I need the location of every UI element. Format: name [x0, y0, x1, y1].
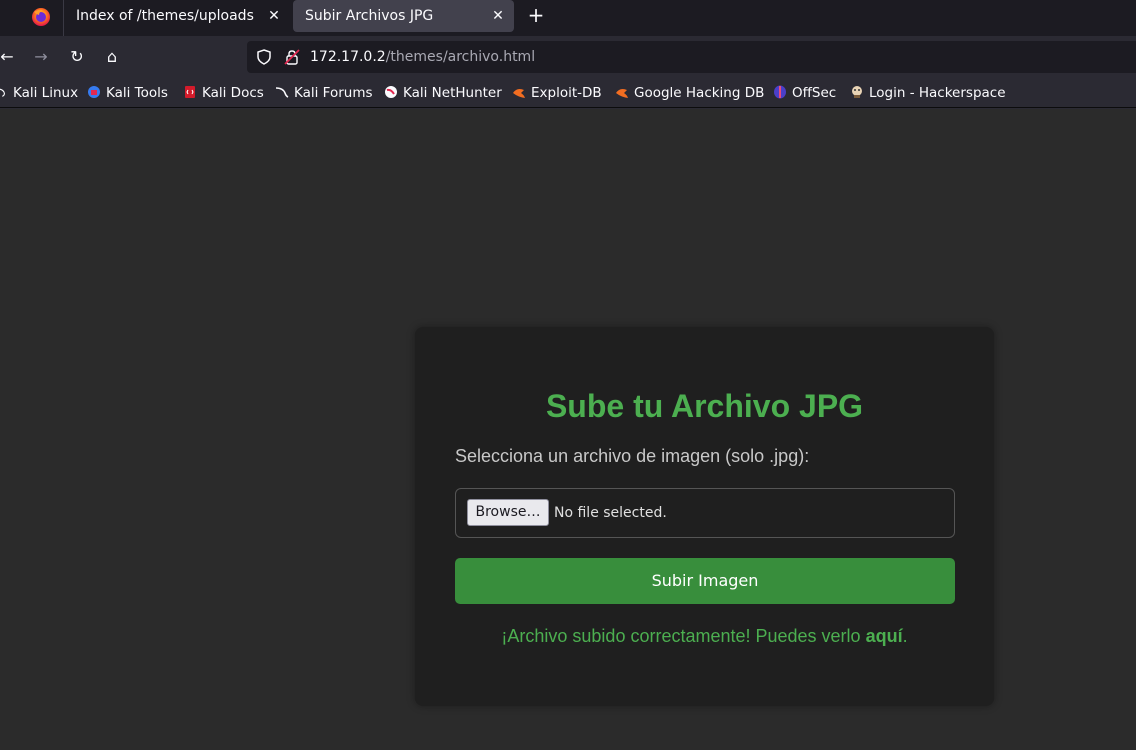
url-host: 172.17.0.2 [310, 49, 386, 65]
bookmark-label: OffSec [792, 85, 837, 101]
bookmark-label: Exploit-DB [531, 85, 602, 101]
bookmark-label: Kali Docs [202, 85, 264, 101]
file-input[interactable]: Browse… No file selected. [455, 488, 955, 538]
close-icon[interactable]: ✕ [266, 8, 282, 24]
upload-card: Sube tu Archivo JPG Selecciona un archiv… [415, 327, 994, 706]
success-suffix: . [902, 626, 908, 646]
url-text: 172.17.0.2/themes/archivo.html [310, 41, 535, 73]
bookmark-kali-forums[interactable]: Kali Forums [275, 78, 373, 108]
firefox-icon[interactable] [30, 6, 52, 28]
kali-dragon-icon [0, 88, 6, 97]
tab-subir-archivos[interactable]: Subir Archivos JPG ✕ [293, 0, 514, 32]
kali-tools-icon [88, 86, 100, 98]
bookmark-label: Kali NetHunter [403, 85, 502, 101]
bookmark-label: Kali Tools [106, 85, 168, 101]
page-viewport: Sube tu Archivo JPG Selecciona un archiv… [0, 109, 1136, 750]
tab-title: Index of /themes/uploads [76, 8, 254, 24]
file-label: Selecciona un archivo de imagen (solo .j… [455, 446, 810, 466]
kali-forums-icon [275, 87, 289, 98]
kali-docs-icon [185, 86, 195, 98]
exploit-db-icon [513, 89, 525, 98]
new-tab-button[interactable]: + [524, 4, 548, 28]
url-bar[interactable]: 172.17.0.2/themes/archivo.html [247, 41, 1136, 73]
submit-image-button[interactable]: Subir Imagen [455, 558, 955, 604]
bookmark-label: Login - Hackerspace [869, 85, 1006, 101]
bookmark-exploit-db[interactable]: Exploit-DB [512, 78, 602, 108]
bookmark-google-hacking-db[interactable]: Google Hacking DB [615, 78, 764, 108]
tab-title: Subir Archivos JPG [305, 8, 434, 24]
tab-strip: Index of /themes/uploads ✕ Subir Archivo… [0, 0, 1136, 36]
back-icon[interactable]: ← [0, 46, 18, 68]
view-file-link[interactable]: aquí [866, 626, 903, 646]
bookmark-kali-linux[interactable]: Kali Linux [0, 78, 78, 108]
reload-icon[interactable]: ↻ [66, 46, 88, 68]
page-title: Sube tu Archivo JPG [545, 388, 864, 424]
bookmark-kali-tools[interactable]: Kali Tools [87, 78, 168, 108]
tab-index-uploads[interactable]: Index of /themes/uploads ✕ [64, 0, 290, 32]
offsec-icon [774, 85, 786, 99]
url-path: /themes/archivo.html [385, 49, 536, 65]
shield-icon[interactable] [256, 49, 272, 65]
success-message: ¡Archivo subido correctamente! Puedes ve… [415, 625, 994, 647]
insecure-lock-icon[interactable] [284, 49, 300, 65]
hackerspace-icon [852, 86, 862, 98]
bookmark-label: Kali Linux [13, 85, 79, 101]
success-text: ¡Archivo subido correctamente! Puedes ve… [501, 626, 866, 646]
bookmark-label: Google Hacking DB [634, 85, 765, 101]
ghdb-icon [616, 89, 628, 98]
bookmark-kali-nethunter[interactable]: Kali NetHunter [384, 78, 502, 108]
close-icon[interactable]: ✕ [490, 8, 506, 24]
forward-icon[interactable]: → [30, 46, 52, 68]
file-status: No file selected. [554, 505, 667, 521]
bookmark-kali-docs[interactable]: Kali Docs [183, 78, 264, 108]
home-icon[interactable]: ⌂ [101, 46, 123, 68]
bookmark-login-hackerspace[interactable]: Login - Hackerspace [850, 78, 1006, 108]
bookmark-label: Kali Forums [294, 85, 373, 101]
navigation-toolbar: ← → ↻ ⌂ 172.17.0.2/themes/archivo.html [0, 36, 1136, 78]
browse-button[interactable]: Browse… [467, 499, 549, 526]
nethunter-icon [385, 86, 397, 98]
bookmarks-toolbar: Kali Linux Kali Tools Kali Docs Kali For… [0, 78, 1136, 108]
bookmark-offsec[interactable]: OffSec [773, 78, 836, 108]
